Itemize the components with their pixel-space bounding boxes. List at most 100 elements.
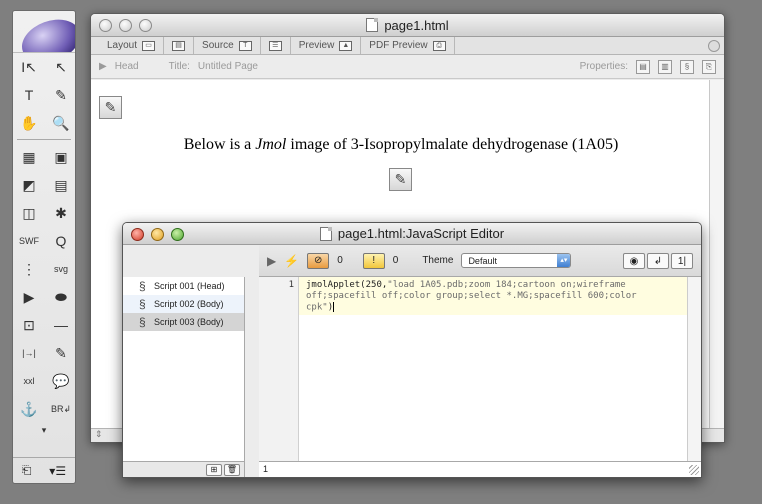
run-icon[interactable]: ▶ bbox=[267, 254, 276, 268]
hand-tool-icon[interactable]: ✋ bbox=[13, 109, 45, 137]
editor-statusbar: 1 bbox=[259, 461, 701, 477]
input-field-icon[interactable]: ⊡ bbox=[13, 311, 45, 339]
anchor-icon[interactable]: ⚓ bbox=[13, 395, 45, 423]
error-count: 0 bbox=[337, 255, 343, 266]
mode-source-button[interactable]: Source T bbox=[194, 37, 261, 54]
page-properties-icon[interactable]: ▤ bbox=[636, 59, 650, 74]
form-icon[interactable]: ◫ bbox=[13, 199, 45, 227]
warning-icon[interactable]: ! bbox=[362, 252, 385, 269]
text-caret bbox=[333, 302, 335, 312]
editor-close-button[interactable] bbox=[131, 228, 144, 241]
syntax-check-icon[interactable]: ⚡ bbox=[284, 254, 299, 268]
head-script-placeholder-icon[interactable]: ✎ bbox=[99, 96, 122, 119]
properties-label: Properties: bbox=[579, 61, 628, 72]
horizontal-rule-icon[interactable]: — bbox=[45, 311, 77, 339]
head-toggle-icon[interactable]: ▶ bbox=[99, 61, 107, 72]
error-icon[interactable]: ⊘ bbox=[307, 252, 330, 269]
layout-box-icon[interactable]: ▣ bbox=[45, 143, 77, 171]
resize-grip[interactable] bbox=[689, 465, 699, 475]
close-button[interactable] bbox=[99, 19, 112, 32]
editor-zoom-button[interactable] bbox=[171, 228, 184, 241]
properties-bar: ▶ Head Title: Untitled Page Properties: … bbox=[91, 55, 724, 79]
mode-frames-button[interactable]: ▤ bbox=[164, 37, 195, 54]
minimize-button[interactable] bbox=[119, 19, 132, 32]
svg-icon[interactable]: svg bbox=[45, 255, 77, 283]
palette-more-icon[interactable]: ▾ bbox=[13, 423, 75, 437]
script-list-item[interactable]: § Script 001 (Head) bbox=[123, 277, 244, 295]
code-editor[interactable]: 1 jmolApplet(250,"load 1A05.pdb;zoom 184… bbox=[259, 277, 687, 463]
mode-pdf-preview-button[interactable]: PDF Preview ⎙ bbox=[361, 37, 455, 54]
script-list-item[interactable]: § Script 002 (Body) bbox=[123, 295, 244, 313]
comment-icon[interactable]: 💬 bbox=[45, 367, 77, 395]
html-file-icon bbox=[366, 18, 379, 32]
vertical-scrollbar[interactable] bbox=[709, 80, 724, 430]
mode-outline-button[interactable]: ☰ bbox=[261, 37, 291, 54]
script-icon: § bbox=[139, 279, 146, 293]
server-side-icon[interactable]: xxl bbox=[13, 367, 45, 395]
script-properties-icon[interactable]: § bbox=[680, 59, 694, 74]
table-icon[interactable]: ▦ bbox=[13, 143, 45, 171]
preview-icon: ▲ bbox=[339, 40, 353, 51]
editor-minimize-button[interactable] bbox=[151, 228, 164, 241]
headline-text-2: image of 3-Isopropylmalate dehydrogenase… bbox=[286, 136, 619, 153]
javascript-icon[interactable]: ✎ bbox=[45, 339, 77, 367]
code-line[interactable]: jmolApplet(250,"load 1A05.pdb;zoom 184;c… bbox=[299, 277, 687, 315]
line-break-icon[interactable]: BR↲ bbox=[45, 395, 77, 423]
mode-bar: Layout ▭ ▤ Source T ☰ Preview ▲ PDF Preview ⎙ bbox=[91, 37, 724, 55]
eyedropper-icon[interactable]: ✎ bbox=[45, 81, 77, 109]
toolbar-toggle-button[interactable] bbox=[708, 40, 720, 52]
window-title: page1.html bbox=[366, 17, 449, 33]
script-icon: § bbox=[139, 315, 146, 329]
theme-select[interactable]: Default ▴▾ bbox=[461, 253, 572, 268]
editor-titlebar[interactable]: page1.html:JavaScript Editor bbox=[123, 223, 701, 245]
script-list-footer: ⊞ 🗑 bbox=[123, 461, 244, 477]
image-icon[interactable]: ◩ bbox=[13, 171, 45, 199]
line-numbers-icon[interactable]: 1| bbox=[671, 253, 693, 269]
zoom-button[interactable] bbox=[139, 19, 152, 32]
layout-properties-icon[interactable]: ▥ bbox=[658, 59, 672, 74]
palette-objects: ▦ ▣ ◩ ▤ ◫ ✱ SWF Q ⋮ svg ▶ ⬬ ⊡ — |→| ✎ xxl 💬 ⚓ BR↲ bbox=[13, 143, 75, 423]
palette-logo bbox=[15, 11, 75, 52]
page-headline: Below is a Jmol image of 3-Isopropylmala… bbox=[91, 136, 711, 154]
delete-script-icon[interactable]: 🗑 bbox=[224, 463, 240, 476]
editor-options: ◉ ↲ 1| bbox=[623, 253, 693, 269]
plugin-icon[interactable]: ✱ bbox=[45, 199, 77, 227]
palette-footer: ⎗ ▾☰ bbox=[13, 457, 75, 483]
list-icon[interactable]: ▤ bbox=[45, 171, 77, 199]
applet-icon[interactable]: ⋮ bbox=[13, 255, 45, 283]
tool-palette: I↖ ↖ T ✎ ✋ 🔍 ▦ ▣ ◩ ▤ ◫ ✱ SWF Q ⋮ svg ▶ ⬬ ⊡ — |→| ✎ xxl 💬 ⚓ BR↲ ▾… bbox=[12, 10, 76, 484]
window-title-text: page1.html bbox=[384, 17, 449, 33]
css-properties-icon[interactable]: ⎘ bbox=[702, 59, 716, 74]
theme-label: Theme bbox=[422, 255, 454, 266]
zoom-tool-icon[interactable]: 🔍 bbox=[45, 109, 77, 137]
select-arrow-icon[interactable]: I↖ bbox=[13, 53, 45, 81]
pdf-preview-icon: ⎙ bbox=[432, 40, 446, 51]
line-number: 1 bbox=[288, 280, 294, 290]
mode-preview-button[interactable]: Preview ▲ bbox=[291, 37, 362, 54]
wrap-icon[interactable]: ↲ bbox=[647, 253, 669, 269]
editor-scrollbar[interactable] bbox=[687, 277, 701, 463]
script-label: Script 002 (Body) bbox=[154, 299, 224, 309]
mode-layout-button[interactable]: Layout ▭ bbox=[99, 37, 165, 54]
statusbar-text[interactable]: ⇕ bbox=[95, 429, 103, 439]
head-label[interactable]: Head bbox=[115, 61, 139, 72]
browser-icon[interactable]: ◉ bbox=[623, 253, 645, 269]
body-script-placeholder-icon[interactable]: ✎ bbox=[389, 168, 412, 191]
capsule-icon[interactable]: ⬬ bbox=[45, 283, 77, 311]
swf-icon[interactable]: SWF bbox=[13, 227, 45, 255]
direct-select-icon[interactable]: ↖ bbox=[45, 53, 77, 81]
quicktime-icon[interactable]: Q bbox=[45, 227, 77, 255]
anchor-jump-icon[interactable]: |→| bbox=[13, 339, 45, 367]
new-script-icon[interactable]: ⊞ bbox=[206, 463, 222, 476]
text-tool-icon[interactable]: T bbox=[13, 81, 45, 109]
media-play-icon[interactable]: ▶ bbox=[13, 283, 45, 311]
script-list: § Script 001 (Head) § Script 002 (Body) § Scr… bbox=[123, 277, 245, 477]
mode-layout-label: Layout bbox=[107, 40, 138, 51]
document-titlebar[interactable]: page1.html bbox=[91, 14, 724, 37]
editor-window-controls bbox=[131, 228, 184, 241]
palette-settings-icon[interactable]: ⎗ bbox=[22, 463, 32, 478]
script-list-item[interactable]: § Script 003 (Body) bbox=[123, 313, 244, 331]
palette-divider bbox=[17, 139, 71, 141]
page-title-field[interactable]: Untitled Page bbox=[198, 61, 258, 72]
palette-menu-icon[interactable]: ▾☰ bbox=[49, 464, 66, 478]
